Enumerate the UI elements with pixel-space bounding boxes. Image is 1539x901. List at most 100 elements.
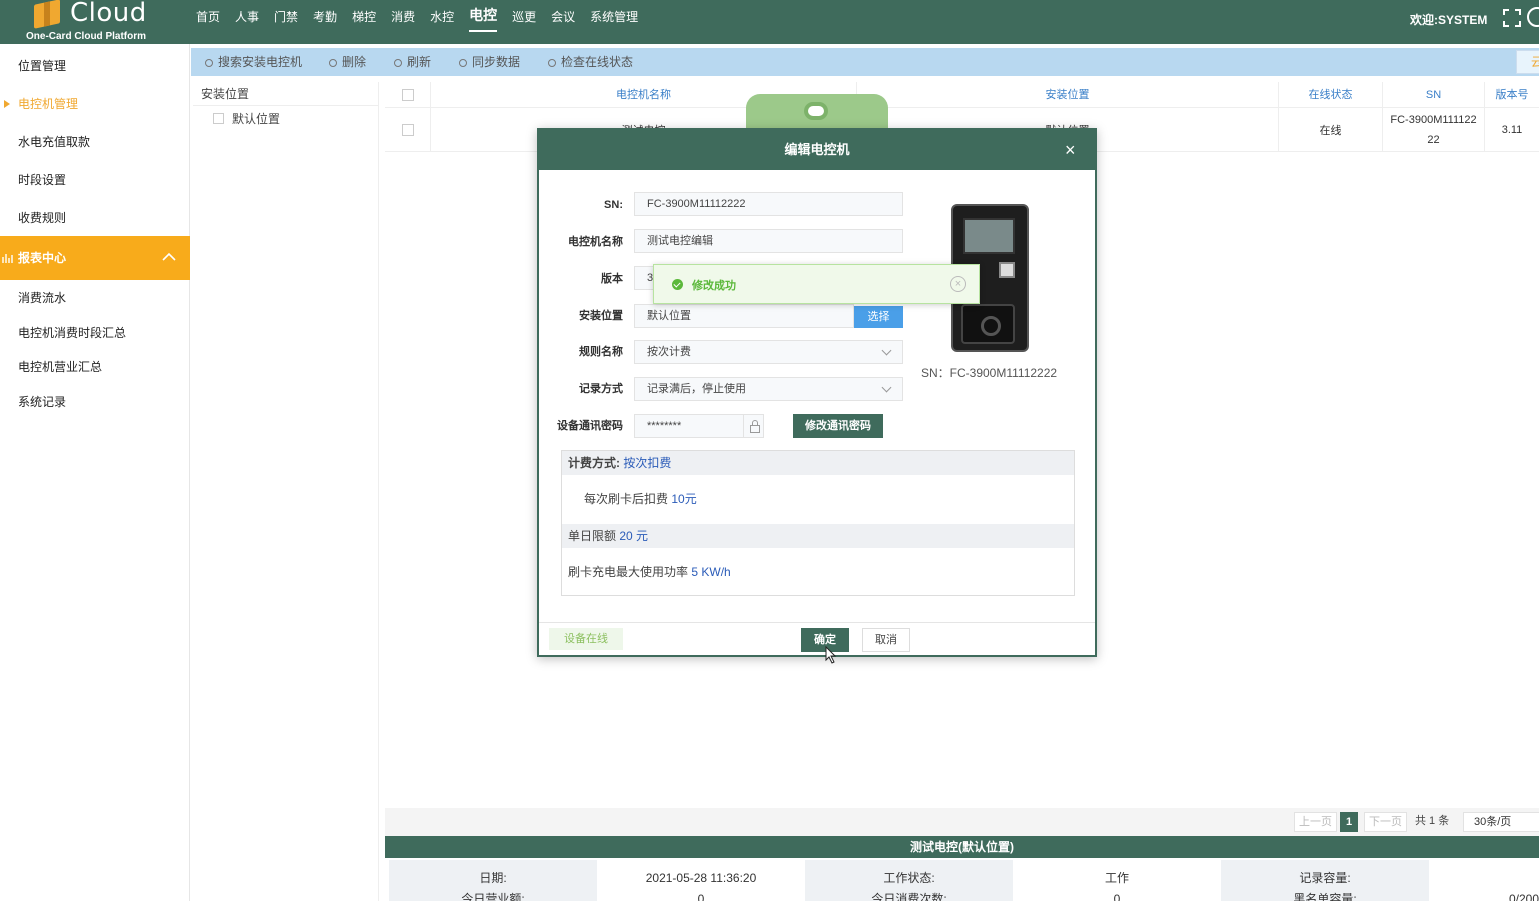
device-port: [999, 262, 1015, 278]
sidebar-item-recharge[interactable]: 水电充值取款: [0, 124, 190, 160]
sync-button[interactable]: 同步数据: [459, 48, 520, 76]
col-status[interactable]: 在线状态: [1279, 82, 1383, 108]
chevron-up-icon: [162, 252, 176, 261]
tree-checkbox[interactable]: [213, 113, 224, 124]
cell-sn: FC-3900M111122 22: [1383, 108, 1485, 152]
cell-status: 在线: [1279, 108, 1383, 152]
row-checkbox[interactable]: [401, 124, 414, 136]
select-all-checkbox[interactable]: [401, 89, 414, 101]
nav-personnel[interactable]: 人事: [235, 0, 259, 44]
nav-meeting[interactable]: 会议: [551, 0, 575, 44]
sidebar-item-system-log[interactable]: 系统记录: [0, 384, 190, 420]
close-icon[interactable]: ×: [1065, 140, 1081, 160]
check-online-button[interactable]: 检查在线状态: [548, 48, 633, 76]
nav-access[interactable]: 门禁: [274, 0, 298, 44]
detail-revenue-label: 今日营业额:: [389, 886, 597, 901]
name-label: 电控机名称: [568, 236, 623, 248]
location-label: 安装位置: [579, 310, 623, 322]
fee-per-value: 10元: [671, 492, 697, 506]
fullscreen-icon[interactable]: [1503, 9, 1521, 27]
cancel-button[interactable]: 取消: [862, 628, 910, 652]
page-size-select[interactable]: 30条/页: [1463, 812, 1539, 832]
detail-blacklist-value: 0/200: [1508, 892, 1539, 901]
name-field[interactable]: 测试电控编辑: [634, 229, 903, 253]
toolbar: 搜索安装电控机 删除 刷新 同步数据 检查在线状态: [191, 48, 1539, 76]
change-password-button[interactable]: 修改通讯密码: [793, 414, 883, 438]
cloud-button[interactable]: 云: [1516, 50, 1539, 74]
detail-title: 测试电控(默认位置): [385, 836, 1539, 858]
tree-node-default[interactable]: 默认位置: [213, 110, 280, 127]
logo-cube-icon: [34, 0, 60, 29]
nav-electric[interactable]: 电控: [469, 0, 498, 32]
clip-hole: [804, 102, 828, 120]
delete-button[interactable]: 删除: [329, 48, 366, 76]
refresh-icon: [205, 59, 213, 67]
lock-icon: [743, 414, 765, 438]
device-sn-caption: SN：FC-3900M11112222: [921, 366, 1058, 380]
sn-field[interactable]: FC-3900M11112222: [634, 192, 903, 216]
nav-home[interactable]: 首页: [196, 0, 220, 44]
nav-consume[interactable]: 消费: [391, 0, 415, 44]
sidebar-item-meter-management[interactable]: 电控机管理: [0, 86, 190, 122]
sidebar-item-fee-rules[interactable]: 收费规则: [0, 200, 190, 236]
password-label: 设备通讯密码: [557, 420, 623, 432]
sidebar-item-location[interactable]: 位置管理: [0, 48, 190, 84]
edit-meter-dialog: 编辑电控机 × SN: FC-3900M11112222 电控机名称 测试电控编…: [537, 128, 1097, 657]
toast-close-icon[interactable]: ×: [950, 276, 966, 292]
sidebar-item-timeslot[interactable]: 时段设置: [0, 162, 190, 198]
record-select[interactable]: 记录满后，停止使用: [634, 377, 903, 401]
col-sn[interactable]: SN: [1383, 82, 1485, 108]
help-icon[interactable]: [1527, 7, 1539, 27]
fee-power-text: 刷卡充电最大使用功率: [568, 565, 689, 579]
refresh-button[interactable]: 刷新: [394, 48, 431, 76]
nav-attendance[interactable]: 考勤: [313, 0, 337, 44]
dialog-title: 编辑电控机: [539, 130, 1095, 170]
brand-name: Cloud: [70, 0, 147, 28]
header-checkbox-cell: [385, 82, 431, 108]
version-label: 版本: [601, 273, 623, 285]
rule-select[interactable]: 按次计费: [634, 340, 903, 364]
pick-location-button[interactable]: 选择: [854, 306, 903, 328]
toast-message: 修改成功: [692, 280, 736, 292]
device-screen: [963, 218, 1015, 254]
location-field[interactable]: 默认位置: [634, 304, 854, 328]
refresh-label: 刷新: [407, 55, 432, 69]
sidebar: 位置管理 电控机管理 水电充值取款 时段设置 收费规则 报表中心 消费流水 电控…: [0, 44, 190, 901]
page-1-button[interactable]: 1: [1340, 812, 1359, 832]
logo: Cloud One-Card Cloud Platform: [24, 0, 164, 44]
location-tree: 安装位置 默认位置: [193, 82, 379, 901]
fee-power-row: 刷卡充电最大使用功率 5 KW/h: [562, 554, 1074, 590]
sidebar-item-business-summary[interactable]: 电控机营业汇总: [0, 349, 190, 385]
nav-system[interactable]: 系统管理: [590, 0, 638, 44]
fee-per-swipe-row: 每次刷卡后扣费 10元: [562, 481, 1074, 517]
success-toast: 修改成功 ×: [653, 264, 980, 304]
col-version[interactable]: 版本号: [1485, 82, 1539, 108]
mouse-cursor-icon: [825, 646, 837, 664]
sidebar-group-label: 报表中心: [18, 251, 67, 265]
col-location[interactable]: 安装位置: [857, 82, 1279, 108]
sync-icon: [459, 59, 467, 67]
detail-count-label: 今日消费次数:: [805, 886, 1013, 901]
nav-patrol[interactable]: 巡更: [512, 0, 536, 44]
sn-label: SN:: [604, 199, 623, 211]
search-meter-label: 搜索安装电控机: [218, 55, 303, 69]
pagination: 上一页 1 下一页 共 1 条 30条/页: [385, 808, 1539, 836]
brand-subtitle: One-Card Cloud Platform: [26, 31, 147, 42]
sidebar-item-consume-flow[interactable]: 消费流水: [0, 280, 190, 316]
table-header: 电控机名称 安装位置 在线状态 SN 版本号: [385, 82, 1539, 108]
next-page-button[interactable]: 下一页: [1364, 812, 1407, 832]
nav-water[interactable]: 水控: [430, 0, 454, 44]
refresh-icon: [394, 59, 402, 67]
fee-mode-value: 按次扣费: [623, 456, 672, 470]
refresh-icon: [548, 59, 556, 67]
dialog-footer: 设备在线 确定 取消: [539, 622, 1095, 657]
search-meter-button[interactable]: 搜索安装电控机: [205, 48, 302, 76]
sidebar-item-period-summary[interactable]: 电控机消费时段汇总: [0, 315, 190, 351]
sidebar-group-reports[interactable]: 报表中心: [0, 236, 190, 280]
nav-elevator[interactable]: 梯控: [352, 0, 376, 44]
fee-daily-text: 单日限额: [568, 529, 617, 543]
check-online-label: 检查在线状态: [561, 55, 634, 69]
main-nav: 首页 人事 门禁 考勤 梯控 消费 水控 电控 巡更 会议 系统管理: [196, 0, 653, 44]
fee-per-text: 每次刷卡后扣费: [584, 492, 669, 506]
prev-page-button[interactable]: 上一页: [1294, 812, 1337, 832]
